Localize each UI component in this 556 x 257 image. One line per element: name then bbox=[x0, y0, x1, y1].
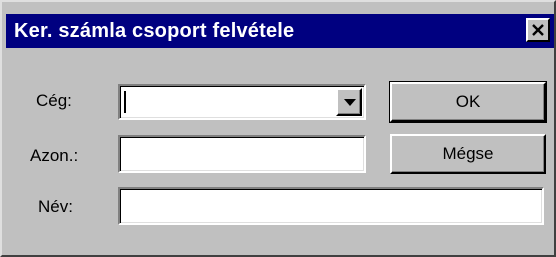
close-icon bbox=[532, 24, 544, 36]
name-label: Név: bbox=[38, 197, 73, 216]
cancel-button-label: Mégse bbox=[442, 144, 494, 163]
name-input[interactable] bbox=[118, 187, 544, 225]
chevron-down-icon bbox=[344, 99, 356, 106]
title-bar[interactable]: Ker. számla csoport felvétele bbox=[6, 14, 554, 48]
id-label: Azon.: bbox=[30, 146, 79, 165]
ok-button-label: OK bbox=[455, 92, 481, 111]
company-dropdown-button[interactable] bbox=[336, 88, 362, 116]
id-input[interactable] bbox=[118, 135, 366, 173]
window-title: Ker. számla csoport felvétele bbox=[14, 20, 295, 42]
company-combobox[interactable] bbox=[118, 84, 366, 120]
company-label: Cég: bbox=[36, 91, 72, 110]
close-button[interactable] bbox=[526, 18, 550, 42]
dialog-window: Ker. számla csoport felvétele Cég: Azon.… bbox=[0, 0, 556, 257]
text-cursor bbox=[124, 91, 126, 113]
ok-button[interactable]: OK bbox=[389, 81, 547, 123]
cancel-button[interactable]: Mégse bbox=[390, 134, 546, 174]
company-value bbox=[123, 89, 329, 115]
